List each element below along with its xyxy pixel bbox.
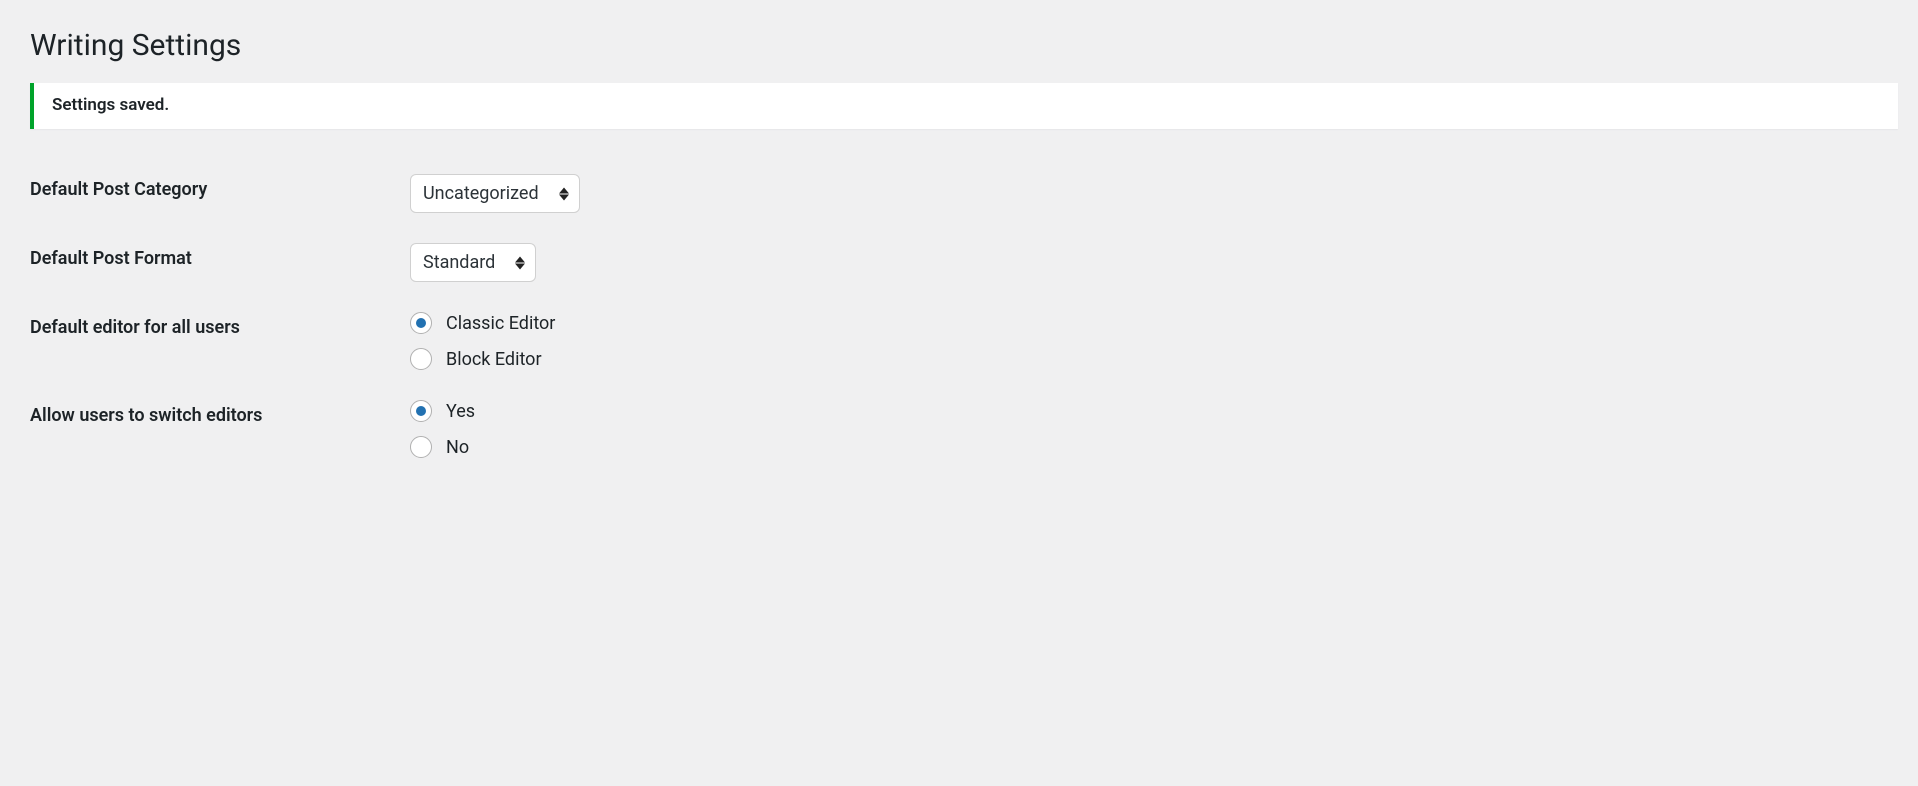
radio-indicator-icon [410, 348, 432, 370]
select-caret-icon [515, 256, 525, 269]
radio-label: Classic Editor [446, 313, 555, 334]
radio-indicator-icon [410, 400, 432, 422]
radio-label: Yes [446, 401, 475, 422]
allow-switch-editors-label: Allow users to switch editors [30, 385, 410, 473]
radio-block-editor[interactable]: Block Editor [410, 348, 1908, 370]
radio-label: Block Editor [446, 349, 542, 370]
radio-allow-switch-no[interactable]: No [410, 436, 1908, 458]
default-editor-radio-group: Classic Editor Block Editor [410, 312, 1908, 370]
allow-switch-radio-group: Yes No [410, 400, 1908, 458]
radio-indicator-icon [410, 436, 432, 458]
radio-indicator-icon [410, 312, 432, 334]
settings-form-table: Default Post Category Uncategorized Defa… [30, 159, 1908, 473]
notice-text: Settings saved. [52, 95, 169, 115]
select-value: Uncategorized [423, 183, 539, 204]
default-post-format-label: Default Post Format [30, 228, 410, 297]
settings-saved-notice: Settings saved. [30, 83, 1898, 129]
select-value: Standard [423, 252, 495, 273]
radio-label: No [446, 437, 469, 458]
select-caret-icon [559, 187, 569, 200]
radio-classic-editor[interactable]: Classic Editor [410, 312, 1908, 334]
default-post-category-label: Default Post Category [30, 159, 410, 228]
default-post-category-select[interactable]: Uncategorized [410, 174, 580, 213]
default-editor-label: Default editor for all users [30, 297, 410, 385]
radio-allow-switch-yes[interactable]: Yes [410, 400, 1908, 422]
default-post-format-select[interactable]: Standard [410, 243, 536, 282]
page-title: Writing Settings [30, 28, 1898, 63]
